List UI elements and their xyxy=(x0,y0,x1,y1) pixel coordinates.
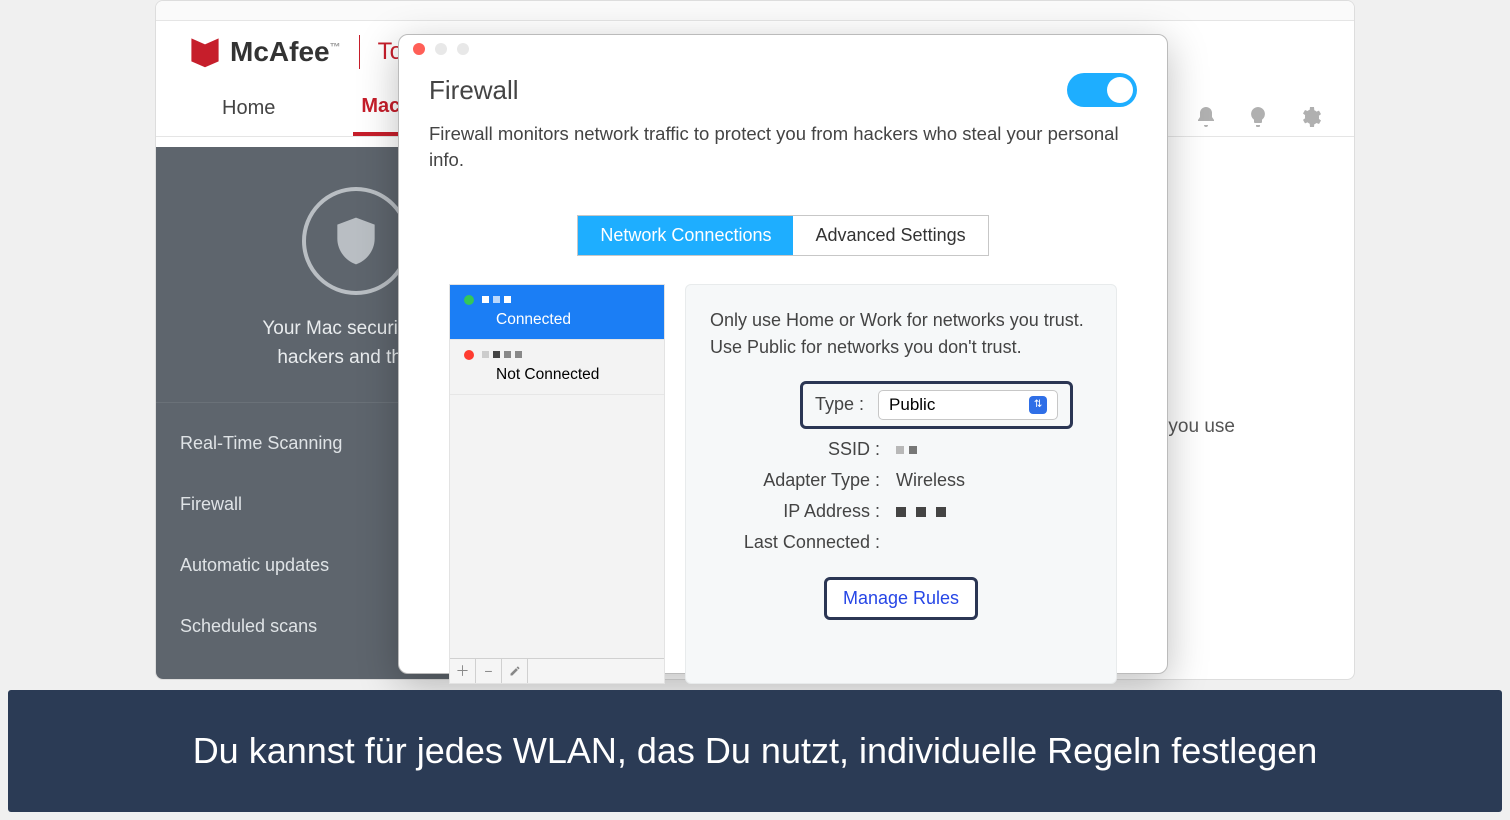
last-connected-label: Last Connected : xyxy=(710,532,880,553)
ssid-value xyxy=(896,439,917,460)
tab-home[interactable]: Home xyxy=(214,87,283,134)
ssid-label: SSID : xyxy=(710,439,880,460)
chevron-up-down-icon: ⇅ xyxy=(1029,396,1047,414)
network-list-tools: ＋ − xyxy=(450,658,664,683)
mcafee-shield-icon xyxy=(188,35,222,69)
network-status-label: Connected xyxy=(464,311,650,329)
firewall-window: Firewall Firewall monitors network traff… xyxy=(398,34,1168,674)
type-select[interactable]: Public ⇅ xyxy=(878,390,1058,420)
network-name-redacted xyxy=(482,296,511,303)
gear-icon[interactable] xyxy=(1298,105,1322,134)
adapter-type-label: Adapter Type : xyxy=(710,470,880,491)
seg-network-connections[interactable]: Network Connections xyxy=(578,216,793,255)
add-network-button[interactable]: ＋ xyxy=(450,659,476,683)
adapter-type-value: Wireless xyxy=(896,470,965,491)
network-trust-note: Only use Home or Work for networks you t… xyxy=(710,307,1092,361)
ip-address-label: IP Address : xyxy=(710,501,880,522)
manage-rules-button[interactable]: Manage Rules xyxy=(824,577,978,620)
network-item-not-connected[interactable]: Not Connected xyxy=(450,340,664,395)
network-item-connected[interactable]: Connected xyxy=(450,285,664,340)
caption-overlay: Du kannst für jedes WLAN, das Du nutzt, … xyxy=(8,690,1502,812)
firewall-titlebar xyxy=(399,35,1167,63)
bell-icon[interactable] xyxy=(1194,105,1218,134)
shield-icon xyxy=(302,187,410,295)
edit-network-button[interactable] xyxy=(502,659,528,683)
lightbulb-icon[interactable] xyxy=(1246,105,1270,134)
network-status-label: Not Connected xyxy=(464,366,650,384)
caption-text: Du kannst für jedes WLAN, das Du nutzt, … xyxy=(193,728,1318,775)
status-dot-disconnected-icon xyxy=(464,350,474,360)
firewall-toggle[interactable] xyxy=(1067,73,1137,107)
firewall-description: Firewall monitors network traffic to pro… xyxy=(429,121,1137,173)
type-select-value: Public xyxy=(889,395,935,415)
firewall-title: Firewall xyxy=(429,75,519,106)
header-icons xyxy=(1194,105,1322,134)
close-icon[interactable] xyxy=(413,43,425,55)
brand-divider xyxy=(359,35,360,69)
ip-address-value xyxy=(896,501,946,522)
network-name-redacted xyxy=(482,351,522,358)
network-list: Connected Not Connected ＋ − xyxy=(449,284,665,684)
type-label: Type : xyxy=(815,394,864,415)
main-window-titlebar xyxy=(156,1,1354,21)
brand-name: McAfee™ xyxy=(230,36,341,68)
brand-logo: McAfee™ Total xyxy=(188,35,428,69)
zoom-icon[interactable] xyxy=(457,43,469,55)
remove-network-button[interactable]: − xyxy=(476,659,502,683)
firewall-segmented-control: Network Connections Advanced Settings xyxy=(577,215,988,256)
status-dot-connected-icon xyxy=(464,295,474,305)
pencil-icon xyxy=(509,665,521,677)
minimize-icon[interactable] xyxy=(435,43,447,55)
network-detail-card: Only use Home or Work for networks you t… xyxy=(685,284,1117,684)
seg-advanced-settings[interactable]: Advanced Settings xyxy=(793,216,987,255)
